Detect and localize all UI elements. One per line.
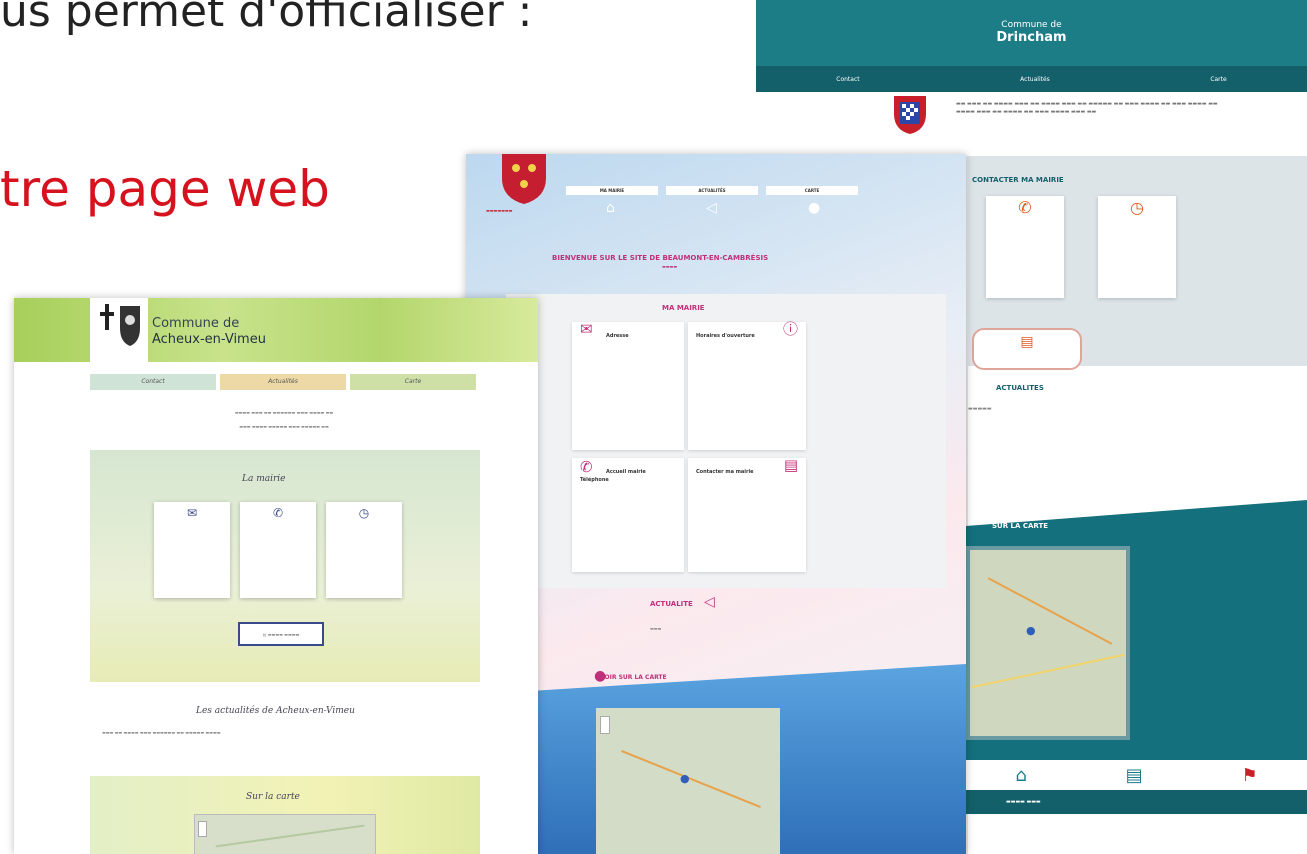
- beaumont-contact-label: Contacter ma mairie: [696, 469, 754, 475]
- beaumont-address-label: Adresse: [606, 333, 629, 339]
- drincham-footer-icons: ⌂ ▤ ⚑: [966, 760, 1307, 790]
- map-road: [215, 824, 365, 848]
- beaumont-welcome-title: BIENVENUE SUR LE SITE DE BEAUMONT-EN-CAM…: [552, 254, 769, 262]
- clock-icon: ◷: [358, 506, 370, 520]
- acheux-tab-actualites[interactable]: Actualités: [220, 374, 346, 390]
- megaphone-icon: ◁: [706, 200, 717, 216]
- acheux-tab-contact[interactable]: Contact: [90, 374, 216, 390]
- location-pin-icon: ●: [808, 200, 821, 216]
- phone-icon: ✆: [580, 458, 593, 476]
- flag-icon[interactable]: ⚑: [1241, 765, 1257, 786]
- acheux-name: Acheux-en-Vimeu: [152, 332, 266, 347]
- acheux-mairie-title: La mairie: [242, 474, 286, 484]
- slide-subhead: tre page web: [0, 160, 330, 218]
- beaumont-telephone-label: Téléphone: [580, 477, 609, 483]
- town-hall-icon[interactable]: ⌂: [1015, 765, 1026, 786]
- phone-icon: ✆: [1018, 198, 1032, 217]
- drincham-phone-card[interactable]: ✆: [986, 196, 1064, 298]
- beaumont-accueil-label: Accueil mairie: [606, 469, 646, 475]
- beaumont-website-screenshot: ▬▬▬▬▬▬▬ MA MAIRIE ACTUALITÉS CARTE ⌂ ◁ ●…: [466, 154, 966, 854]
- beaumont-phone-card: ✆ Accueil mairie Téléphone: [572, 458, 684, 572]
- beaumont-logo-label: ▬▬▬▬▬▬▬: [486, 208, 513, 213]
- beaumont-hours-label: Horaires d'ouverture: [696, 333, 755, 339]
- beaumont-hours-card: ⓘ Horaires d'ouverture: [688, 322, 806, 450]
- drincham-contact-title: CONTACTER MA MAIRIE: [972, 176, 1064, 184]
- phone-icon: ✆: [272, 506, 284, 520]
- clock-icon: ◷: [1130, 198, 1144, 217]
- news-icon[interactable]: ▤: [1126, 765, 1143, 786]
- beaumont-map-title: VOIR SUR LA CARTE: [600, 674, 667, 681]
- acheux-coat-of-arms-icon: [90, 298, 148, 362]
- info-icon: ⓘ: [782, 320, 798, 338]
- acheux-map-title: Sur la carte: [246, 792, 300, 802]
- drincham-pre-title: Commune de: [1001, 20, 1062, 30]
- acheux-intro-line-1: ▬▬▬▬ ▬▬▬ ▬▬ ▬▬▬▬▬▬ ▬▬▬ ▬▬▬▬ ▬▬: [234, 410, 334, 415]
- map-pin-icon[interactable]: ●: [1026, 624, 1036, 637]
- beaumont-mairie-title: MA MAIRIE: [662, 304, 705, 312]
- acheux-map[interactable]: [194, 814, 376, 854]
- town-hall-icon: ⌂: [606, 200, 615, 216]
- megaphone-icon: ◁: [704, 594, 715, 610]
- form-icon: ▤: [1020, 334, 1034, 350]
- drincham-nav-contact[interactable]: Contact: [836, 76, 859, 83]
- acheux-address-card: ✉: [154, 502, 230, 598]
- acheux-intro-line-2: ▬▬▬ ▬▬▬▬ ▬▬▬▬▬ ▬▬▬ ▬▬▬▬▬ ▬▬: [239, 424, 329, 429]
- beaumont-address-card: ✉ Adresse: [572, 322, 684, 450]
- drincham-legal-bar: ▬▬▬▬ ▬▬▬: [966, 790, 1307, 814]
- drincham-nav-carte[interactable]: Carte: [1210, 76, 1226, 83]
- beaumont-welcome-sub: ▬▬▬▬: [662, 264, 678, 269]
- map-road: [987, 577, 1113, 645]
- drincham-header: Commune de Drincham: [756, 0, 1307, 66]
- acheux-tab-carte[interactable]: Carte: [350, 374, 476, 390]
- beaumont-actualite-text: ▬▬▬: [650, 626, 662, 631]
- map-road: [971, 653, 1125, 689]
- beaumont-nav-ma-mairie[interactable]: MA MAIRIE: [566, 186, 658, 195]
- beaumont-nav-carte[interactable]: CARTE: [766, 186, 858, 195]
- map-zoom-control[interactable]: [600, 716, 610, 734]
- drincham-actualites-title: ACTUALITES: [996, 384, 1044, 392]
- acheux-contact-button[interactable]: ▤ ▬▬▬▬ ▬▬▬▬: [238, 622, 324, 646]
- map-pin-icon[interactable]: ●: [680, 772, 690, 785]
- acheux-actualites-text: ▬▬▬ ▬▬ ▬▬▬▬ ▬▬▬ ▬▬▬▬▬▬ ▬▬ ▬▬▬▬▬ ▬▬▬▬: [102, 730, 221, 735]
- beaumont-map[interactable]: ●: [596, 708, 780, 854]
- map-zoom-control[interactable]: [198, 821, 207, 837]
- acheux-hours-card: ◷: [326, 502, 402, 598]
- beaumont-actualite-title: ACTUALITE: [650, 600, 693, 608]
- chat-icon: ▤: [783, 456, 798, 474]
- mail-icon: ✉: [186, 506, 198, 520]
- drincham-map-title: SUR LA CARTE: [992, 522, 1049, 530]
- drincham-map[interactable]: ●: [966, 546, 1130, 740]
- acheux-pre-title: Commune de: [152, 316, 240, 331]
- map-road: [621, 749, 761, 809]
- beaumont-contact-card[interactable]: ▤ Contacter ma mairie: [688, 458, 806, 572]
- beaumont-nav-actualites[interactable]: ACTUALITÉS: [666, 186, 758, 195]
- drincham-nav: Contact Actualités Carte: [756, 66, 1307, 92]
- drincham-hours-card[interactable]: ◷: [1098, 196, 1176, 298]
- drincham-actualites-text: ▬▬▬▬▬: [968, 406, 992, 412]
- drincham-name: Drincham: [996, 30, 1067, 45]
- beaumont-coat-of-arms-icon: [502, 154, 546, 204]
- drincham-coat-of-arms-icon: [894, 96, 926, 134]
- mail-icon: ✉: [580, 320, 593, 338]
- acheux-website-screenshot: Commune de Acheux-en-Vimeu Contact Actua…: [14, 298, 538, 854]
- acheux-phone-card: ✆: [240, 502, 316, 598]
- drincham-contact-button[interactable]: ▤: [972, 328, 1082, 370]
- drincham-intro-text: ▬▬ ▬▬▬ ▬▬ ▬▬▬▬ ▬▬▬ ▬▬ ▬▬▬▬ ▬▬▬ ▬▬ ▬▬▬▬▬ …: [956, 101, 1218, 115]
- drincham-nav-actualites[interactable]: Actualités: [1020, 76, 1050, 83]
- acheux-actualites-title: Les actualités de Acheux-en-Vimeu: [196, 706, 355, 716]
- slide-headline: us permet d'officialiser :: [0, 0, 533, 37]
